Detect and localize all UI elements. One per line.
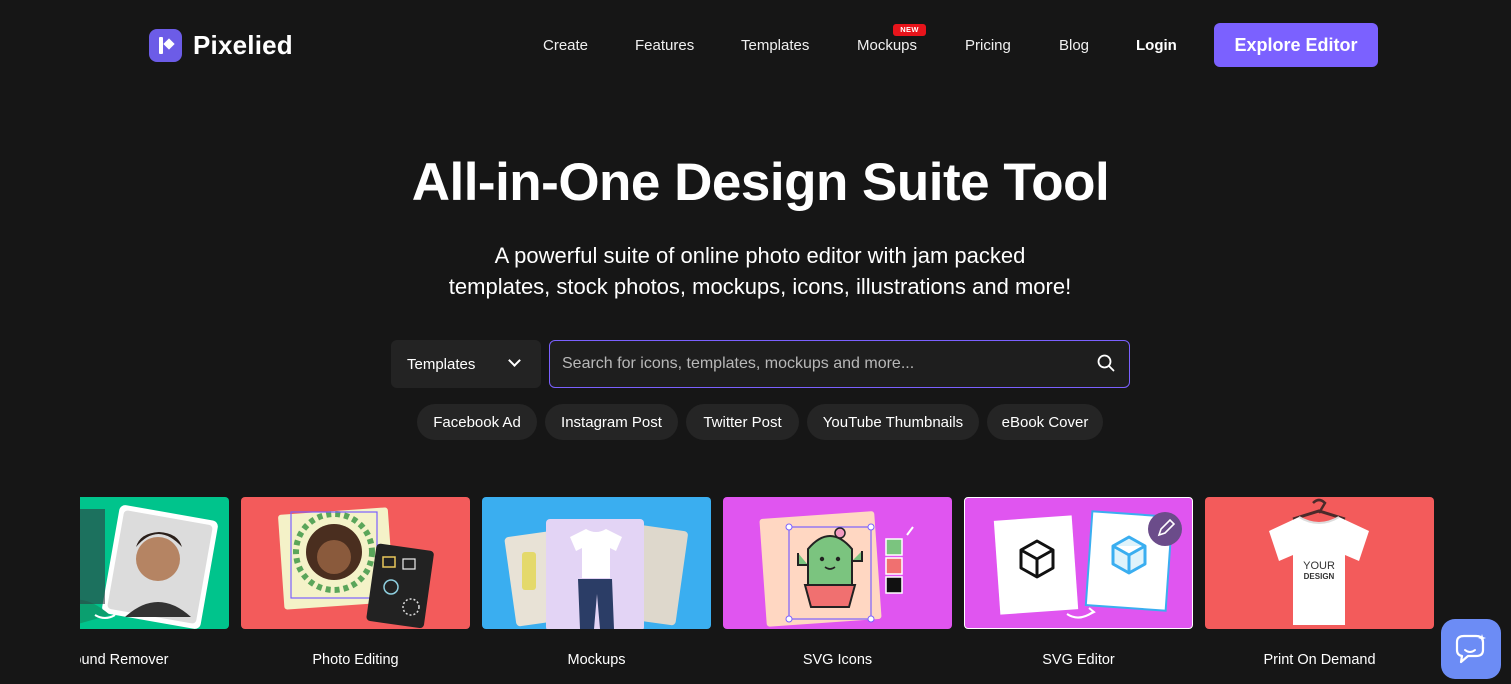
nav-templates[interactable]: Templates [741,37,809,54]
chip-twitter-post[interactable]: Twitter Post [686,404,799,440]
chip-youtube-thumbnails[interactable]: YouTube Thumbnails [807,404,979,440]
chip-ebook-cover[interactable]: eBook Cover [987,404,1103,440]
search-type-value: Templates [407,355,476,373]
nav-create[interactable]: Create [543,37,588,54]
background-remover-illustration [80,505,218,629]
search-icon[interactable] [1097,354,1115,372]
card-photo-editing[interactable] [241,497,470,629]
hero-title: All-in-One Design Suite Tool [411,153,1110,212]
chip-instagram-post[interactable]: Instagram Post [545,404,678,440]
card-label-print-on-demand: Print On Demand [1263,652,1376,668]
card-label-svg-editor: SVG Editor [1042,652,1115,668]
card-mockups[interactable] [482,497,711,629]
card-label-svg-icons: SVG Icons [802,652,873,668]
svg-text:YOUR: YOUR [1303,560,1335,572]
search-input[interactable] [562,341,1082,386]
hero-subtitle: A powerful suite of online photo editor … [380,240,1140,302]
search-box[interactable] [549,340,1130,388]
card-svg-editor[interactable] [964,497,1193,629]
hero-subtitle-line-1: A powerful suite of online photo editor … [494,243,1026,268]
mockups-illustration [504,519,688,629]
hero-subtitle-line-2: templates, stock photos, mockups, icons,… [448,274,1072,299]
card-label-mockups: Mockups [567,652,626,668]
search-type-select[interactable]: Templates [391,340,541,388]
explore-editor-button[interactable]: Explore Editor [1214,23,1378,67]
svg-editor-illustration [993,510,1182,619]
chip-facebook-ad[interactable]: Facebook Ad [417,404,537,440]
svg-icons-illustration [759,511,914,627]
photo-editing-illustration [278,507,434,629]
feature-cards: ground Remover Photo Editing Mockups [80,497,1511,684]
quick-category-chips: Facebook Ad Instagram Post Twitter Post … [0,404,1511,440]
card-print-on-demand[interactable]: YOUR DESIGN [1205,497,1434,629]
nav-blog[interactable]: Blog [1059,37,1089,54]
card-svg-icons[interactable] [723,497,952,629]
card-background-remover[interactable] [80,497,229,629]
nav-mockups[interactable]: Mockups [857,37,917,54]
nav-pricing[interactable]: Pricing [965,37,1011,54]
site-header: Pixelied Create Features Templates Mocku… [0,0,1511,92]
chat-support-button[interactable] [1441,619,1501,679]
print-on-demand-illustration: YOUR DESIGN [1269,498,1369,625]
nav-features[interactable]: Features [635,37,694,54]
chevron-down-icon [508,354,521,367]
new-badge: NEW [893,24,926,36]
nav-login[interactable]: Login [1136,37,1177,54]
card-label-background-remover: ground Remover [80,652,169,668]
chat-icon [1455,634,1486,664]
svg-text:DESIGN: DESIGN [1304,572,1335,581]
card-label-photo-editing: Photo Editing [312,652,399,668]
